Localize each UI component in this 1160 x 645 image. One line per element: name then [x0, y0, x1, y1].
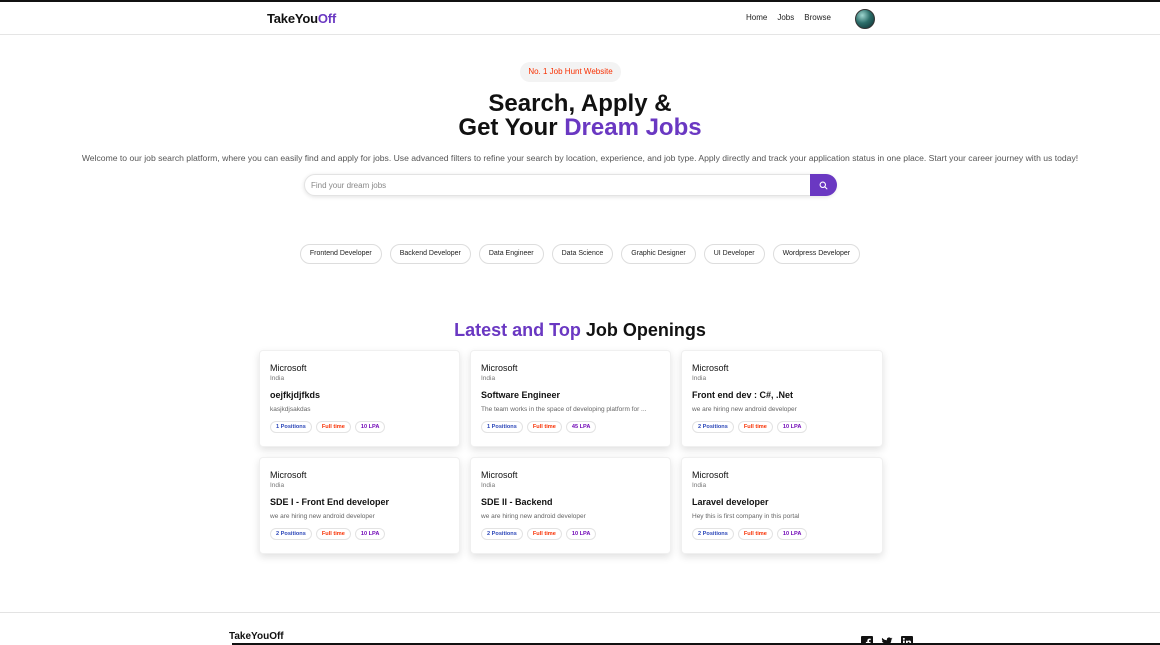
job-card[interactable]: Microsoft India Laravel developer Hey th… [681, 457, 883, 554]
footer-divider [0, 612, 1160, 613]
job-card[interactable]: Microsoft India Front end dev : C#, .Net… [681, 350, 883, 447]
job-title: oejfkjdjfkds [270, 390, 321, 400]
section-title-accent: Latest and Top [454, 320, 586, 340]
hero-title-line1: Search, Apply & [488, 90, 672, 117]
search-button[interactable] [810, 174, 837, 196]
job-description: we are hiring new android developer [481, 513, 586, 520]
positions-badge: 2 Positions [270, 528, 312, 540]
nav-link-browse[interactable]: Browse [804, 13, 831, 22]
salary-badge: 10 LPA [776, 528, 808, 540]
category-backend-developer[interactable]: Backend Developer [389, 244, 471, 264]
company-name: Microsoft [270, 470, 307, 480]
category-wordpress-developer[interactable]: Wordpress Developer [772, 244, 861, 264]
company-name: Microsoft [270, 363, 307, 373]
job-card[interactable]: Microsoft India SDE I - Front End develo… [259, 457, 460, 554]
footer-logo: TakeYouOff [229, 631, 284, 642]
category-ui-developer[interactable]: UI Developer [703, 244, 765, 264]
salary-badge: 10 LPA [354, 528, 386, 540]
positions-badge: 2 Positions [692, 421, 734, 433]
category-data-science[interactable]: Data Science [551, 244, 614, 264]
category-carousel: Frontend Developer Backend Developer Dat… [0, 244, 1160, 264]
job-title: Laravel developer [692, 497, 769, 507]
job-type-badge: Full time [737, 421, 773, 433]
job-location: India [481, 482, 496, 489]
company-name: Microsoft [481, 363, 518, 373]
logo-main-text: TakeYou [267, 11, 318, 26]
job-title: Front end dev : C#, .Net [692, 390, 794, 400]
job-title: SDE I - Front End developer [270, 497, 390, 507]
job-description: kasjkdjsakdas [270, 406, 311, 413]
job-tags: 1 Positions Full time 10 LPA [270, 421, 449, 433]
salary-badge: 10 LPA [776, 421, 808, 433]
job-type-badge: Full time [526, 528, 562, 540]
positions-badge: 2 Positions [481, 528, 523, 540]
job-tags: 2 Positions Full time 10 LPA [692, 528, 872, 540]
positions-badge: 1 Positions [481, 421, 523, 433]
search-bar [304, 174, 837, 196]
job-description: Hey this is first company in this portal [692, 513, 800, 520]
user-avatar[interactable] [855, 9, 875, 29]
salary-badge: 10 LPA [565, 528, 597, 540]
hero-title: Search, Apply & Get Your Dream Jobs [0, 92, 1160, 140]
positions-badge: 2 Positions [692, 528, 734, 540]
job-type-badge: Full time [315, 528, 351, 540]
job-description: we are hiring new android developer [270, 513, 375, 520]
job-description: we are hiring new android developer [692, 406, 797, 413]
company-name: Microsoft [481, 470, 518, 480]
nav-links: Home Jobs Browse [746, 13, 831, 22]
job-tags: 2 Positions Full time 10 LPA [481, 528, 660, 540]
nav-link-jobs[interactable]: Jobs [777, 13, 794, 22]
job-title: SDE II - Backend [481, 497, 553, 507]
hero-title-line2-plain: Get Your [458, 114, 565, 141]
job-type-badge: Full time [315, 421, 351, 433]
job-location: India [692, 375, 707, 382]
company-name: Microsoft [692, 363, 729, 373]
job-tags: 1 Positions Full time 45 LPA [481, 421, 660, 433]
job-tags: 2 Positions Full time 10 LPA [270, 528, 449, 540]
salary-badge: 45 LPA [565, 421, 597, 433]
job-location: India [481, 375, 496, 382]
job-card[interactable]: Microsoft India oejfkjdjfkds kasjkdjsakd… [259, 350, 460, 447]
job-card[interactable]: Microsoft India Software Engineer The te… [470, 350, 671, 447]
hero-badge: No. 1 Job Hunt Website [520, 62, 621, 82]
hero-title-line2-accent: Dream Jobs [564, 114, 702, 141]
job-type-badge: Full time [737, 528, 773, 540]
job-title: Software Engineer [481, 390, 561, 400]
section-title-plain: Job Openings [585, 320, 706, 340]
search-input[interactable] [311, 177, 807, 194]
job-location: India [692, 482, 707, 489]
nav-link-home[interactable]: Home [746, 13, 767, 22]
category-frontend-developer[interactable]: Frontend Developer [299, 244, 382, 264]
logo-accent-text: Off [317, 11, 337, 26]
job-location: India [270, 375, 285, 382]
job-tags: 2 Positions Full time 10 LPA [692, 421, 872, 433]
job-location: India [270, 482, 285, 489]
navbar: TakeYouOff Home Jobs Browse [0, 2, 1160, 35]
category-graphic-designer[interactable]: Graphic Designer [621, 244, 696, 264]
job-type-badge: Full time [526, 421, 562, 433]
search-icon [819, 181, 828, 189]
latest-jobs-title: Latest and Top Job Openings [0, 320, 1160, 341]
category-data-engineer[interactable]: Data Engineer [478, 244, 544, 264]
company-name: Microsoft [692, 470, 729, 480]
salary-badge: 10 LPA [354, 421, 386, 433]
hero-description: Welcome to our job search platform, wher… [81, 153, 1079, 163]
job-description: The team works in the space of developin… [481, 406, 647, 413]
job-card[interactable]: Microsoft India SDE II - Backend we are … [470, 457, 671, 554]
site-logo[interactable]: TakeYouOff [267, 11, 336, 26]
positions-badge: 1 Positions [270, 421, 312, 433]
job-grid: Microsoft India oejfkjdjfkds kasjkdjsakd… [259, 350, 883, 554]
